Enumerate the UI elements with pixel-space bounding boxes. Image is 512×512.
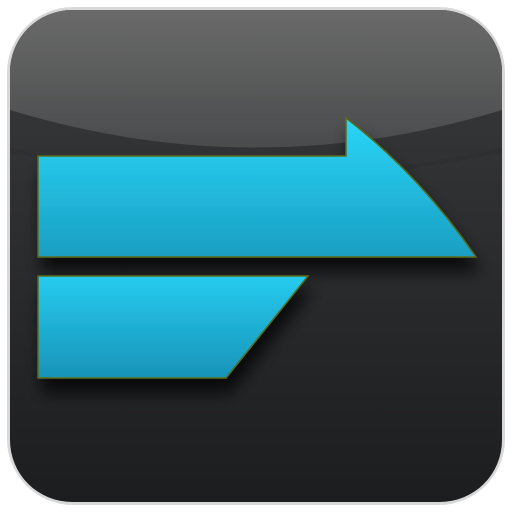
tile-gloss <box>10 10 502 148</box>
app-icon[interactable] <box>0 0 512 512</box>
app-icon-graphic <box>7 7 505 505</box>
